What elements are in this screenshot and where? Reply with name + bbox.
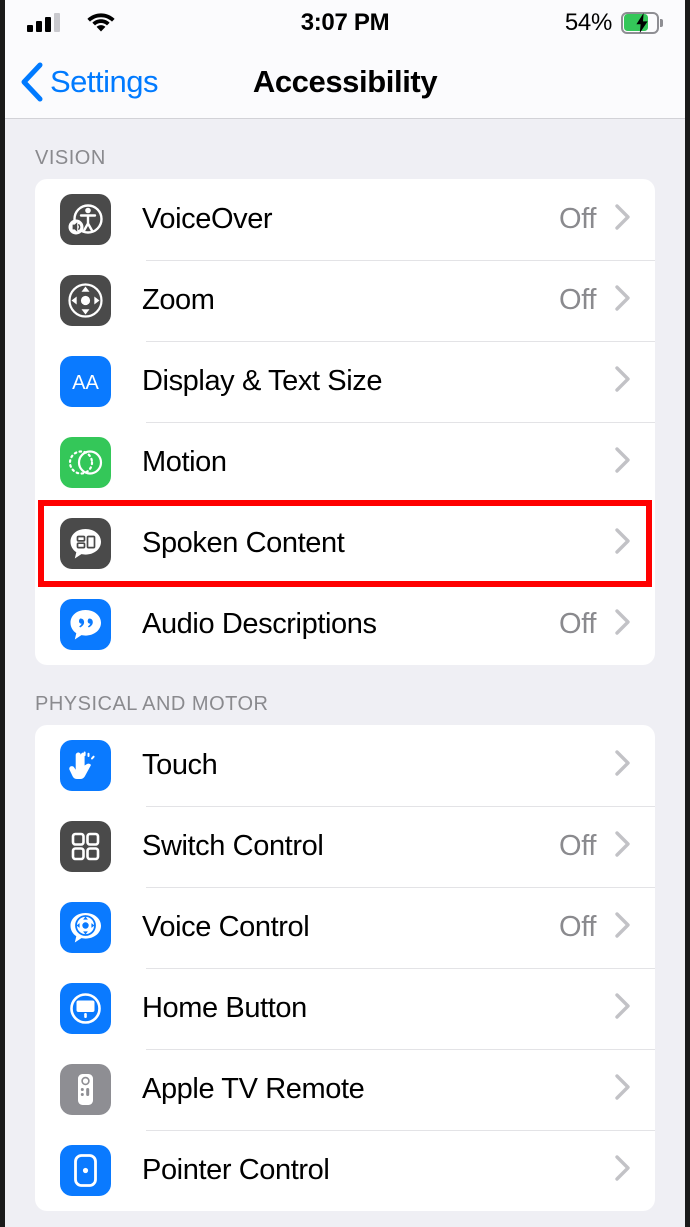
pointer-control-icon (60, 1145, 111, 1196)
chevron-right-icon (614, 446, 631, 479)
sidebar-item-label: VoiceOver (142, 203, 273, 235)
display-text-size-icon: AA (60, 356, 111, 407)
zoom-magnify-icon (60, 275, 111, 326)
voiceover-icon (60, 194, 111, 245)
section-header-physical-and-motor: PHYSICAL AND MOTOR (35, 693, 269, 715)
chevron-right-icon (614, 608, 631, 641)
settings-group-vision: VoiceOver Off Zoom Off AA Display & Text… (35, 179, 655, 665)
svg-text:AA: AA (72, 372, 99, 394)
sidebar-item-audio-descriptions[interactable]: Audio Descriptions Off (35, 584, 655, 665)
status-badge: Off (559, 608, 596, 640)
chevron-right-icon (614, 1154, 631, 1187)
chevron-right-icon (614, 992, 631, 1025)
sidebar-item-apple-tv-remote[interactable]: Apple TV Remote (35, 1049, 655, 1130)
sidebar-item-label: Zoom (142, 284, 215, 316)
status-bar-right: 54% (565, 9, 663, 37)
touch-hand-icon (60, 740, 111, 791)
navigation-bar: Settings Accessibility (5, 45, 685, 119)
settings-group-physical-and-motor: Touch Switch Control Off Voice Control O… (35, 725, 655, 1211)
status-bar: 3:07 PM 54% (5, 0, 685, 45)
sidebar-item-display-text-size[interactable]: AA Display & Text Size (35, 341, 655, 422)
chevron-left-icon (19, 62, 45, 102)
sidebar-item-label: Audio Descriptions (142, 608, 377, 640)
sidebar-item-label: Motion (142, 446, 227, 478)
spoken-content-icon (60, 518, 111, 569)
chevron-right-icon (614, 1073, 631, 1106)
sidebar-item-label: Display & Text Size (142, 365, 383, 397)
sidebar-item-voice-control[interactable]: Voice Control Off (35, 887, 655, 968)
sidebar-item-label: Apple TV Remote (142, 1073, 365, 1105)
chevron-right-icon (614, 830, 631, 863)
chevron-right-icon (614, 749, 631, 782)
chevron-right-icon (614, 527, 631, 560)
back-button[interactable]: Settings (19, 62, 159, 102)
status-badge: Off (559, 203, 596, 235)
home-button-icon (60, 983, 111, 1034)
apple-tv-remote-icon (60, 1064, 111, 1115)
sidebar-item-label: Touch (142, 749, 218, 781)
sidebar-item-label: Voice Control (142, 911, 310, 943)
motion-icon (60, 437, 111, 488)
sidebar-item-label: Switch Control (142, 830, 324, 862)
sidebar-item-switch-control[interactable]: Switch Control Off (35, 806, 655, 887)
sidebar-item-home-button[interactable]: Home Button (35, 968, 655, 1049)
chevron-right-icon (614, 911, 631, 944)
sidebar-item-pointer-control[interactable]: Pointer Control (35, 1130, 655, 1211)
sidebar-item-label: Home Button (142, 992, 307, 1024)
sidebar-item-label: Pointer Control (142, 1154, 330, 1186)
chevron-right-icon (614, 365, 631, 398)
spoken-content-highlight-wrapper: Spoken Content (35, 500, 655, 587)
sidebar-item-voiceover[interactable]: VoiceOver Off (35, 179, 655, 260)
section-header-vision: VISION (35, 147, 106, 169)
status-badge: Off (559, 830, 596, 862)
chevron-right-icon (614, 203, 631, 236)
battery-charging-icon (621, 11, 663, 34)
sidebar-item-touch[interactable]: Touch (35, 725, 655, 806)
sidebar-item-spoken-content[interactable]: Spoken Content (35, 503, 655, 584)
switch-control-grid-icon (60, 821, 111, 872)
voice-control-icon (60, 902, 111, 953)
phone-screen: 3:07 PM 54% Settings Accessibility VISIO… (0, 0, 690, 1227)
sidebar-item-motion[interactable]: Motion (35, 422, 655, 503)
sidebar-item-label: Spoken Content (142, 527, 345, 559)
back-button-label: Settings (50, 63, 159, 99)
battery-percentage: 54% (564, 8, 612, 36)
audio-descriptions-icon (60, 599, 111, 650)
settings-scroll-view[interactable]: VISION VoiceOver Off Zoom Off AA Display… (5, 119, 685, 1227)
sidebar-item-zoom[interactable]: Zoom Off (35, 260, 655, 341)
chevron-right-icon (614, 284, 631, 317)
status-badge: Off (559, 911, 596, 943)
status-badge: Off (559, 284, 596, 316)
